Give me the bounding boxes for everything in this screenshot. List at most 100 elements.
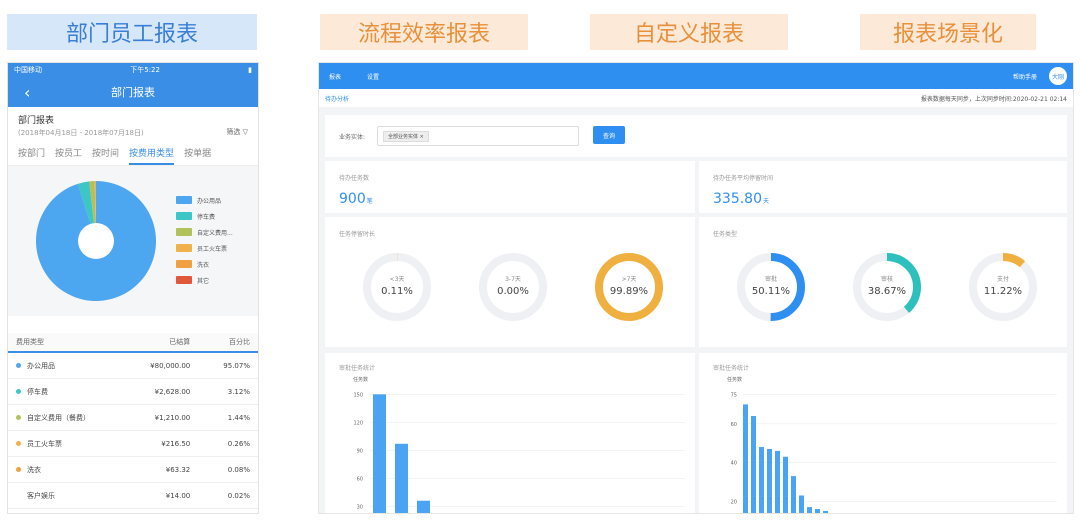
y-axis-label: 任务数 (353, 376, 368, 383)
bar[interactable] (417, 500, 430, 514)
kpi1-unit: 笔 (366, 198, 373, 205)
bar[interactable] (791, 476, 796, 514)
avatar[interactable]: 大刚 (1049, 67, 1067, 85)
table-row[interactable]: 办公用品 ¥80,000.00 95.07% (8, 353, 258, 379)
date-range: (2018年04月18日 - 2018年07月18日) (18, 129, 144, 137)
breadcrumb-row: 待办分析 报表数据每天同步，上次同步时间:2020-02-21 02:14 (319, 89, 1073, 107)
tab-1[interactable]: 按员工 (55, 146, 82, 165)
tag-report-scenario: 报表场景化 (860, 14, 1036, 50)
nav-settings[interactable]: 设置 (367, 72, 379, 81)
pie-area: 办公用品 停车费 自定义费用... 员工火车票 洗衣 其它 (8, 166, 258, 316)
table-row[interactable]: 洗衣 ¥63.32 0.08% (8, 457, 258, 483)
legend-swatch (176, 212, 192, 220)
query-button[interactable]: 查询 (593, 126, 625, 144)
duration-card: 任务停留时长 <3天 0.11% 3-7天 0.00% >7天 99.89% (325, 217, 695, 347)
y-tick-label: 30 (357, 504, 363, 510)
tag-custom-report: 自定义报表 (590, 14, 788, 50)
dashboard: 报表 设置 帮助手册 大刚 待办分析 报表数据每天同步，上次同步时间:2020-… (318, 62, 1074, 514)
bar[interactable] (783, 456, 788, 514)
kpi2-value: 335.80 (713, 191, 762, 207)
cell-type: 停车费 (16, 387, 126, 397)
y-tick-label: 60 (731, 422, 737, 428)
y-tick-label: 90 (357, 448, 363, 454)
legend-label: 办公用品 (197, 197, 222, 205)
y-tick-label: 150 (353, 392, 363, 398)
bar[interactable] (751, 416, 756, 514)
legend-label: 洗衣 (197, 261, 210, 269)
bar[interactable] (823, 511, 828, 514)
type-card: 任务类型 审批 50.11% 审核 38.67% 支付 11.22% (699, 217, 1067, 347)
ring-value: 11.22% (984, 286, 1022, 297)
status-bar: 中国移动 下午5:22 ▮ (8, 63, 258, 77)
legend-label: 员工火车票 (197, 245, 228, 253)
bar[interactable] (395, 443, 408, 514)
filter-card: 业务实体: 全部业务实体 × 查询 (325, 115, 1067, 157)
cell-pct: 0.08% (227, 465, 250, 474)
row-type-label: 自定义费用（餐费） (27, 413, 90, 422)
row-type-label: 员工火车票 (27, 439, 62, 448)
kpi1-value: 900 (339, 191, 366, 207)
tab-2[interactable]: 按时间 (92, 146, 119, 165)
row-color-dot (16, 389, 21, 394)
row-color-dot (16, 415, 21, 420)
kpi-card-pending: 待办任务数 900笔 (325, 161, 695, 213)
kpi1-label: 待办任务数 (339, 175, 370, 182)
back-icon[interactable]: ‹ (24, 83, 30, 102)
bar[interactable] (815, 509, 820, 514)
carrier-text: 中国移动 (14, 66, 42, 74)
tab-4[interactable]: 按单据 (184, 146, 211, 165)
entity-chip[interactable]: 全部业务实体 × (383, 131, 429, 142)
legend-item: 其它 (176, 272, 233, 288)
bar[interactable] (775, 450, 780, 514)
bar-card-1: 审批任务统计 任务数 30 60 90 120 150 (325, 353, 695, 514)
breadcrumb: 待办分析 (325, 95, 350, 103)
entity-select[interactable]: 全部业务实体 × (377, 126, 579, 146)
row-color-dot (16, 441, 21, 446)
phone-screen: 中国移动 下午5:22 ▮ ‹ 部门报表 部门报表 (2018年04月18日 -… (7, 62, 259, 514)
table-header: 费用类型 已结算 百分比 (8, 333, 258, 353)
table-row[interactable]: 自定义费用（餐费） ¥1,210.00 1.44% (8, 405, 258, 431)
row-color-dot (16, 493, 21, 498)
legend-item: 办公用品 (176, 192, 233, 208)
y-axis-label: 任务数 (727, 376, 742, 383)
y-tick-label: 40 (731, 461, 737, 467)
expense-table: 费用类型 已结算 百分比 办公用品 ¥80,000.00 95.07% 停车费 ¥2,6… (8, 333, 258, 509)
tab-0[interactable]: 按部门 (18, 146, 45, 165)
cell-amount: ¥1,210.00 (154, 413, 191, 422)
bar[interactable] (759, 447, 764, 514)
bar[interactable] (373, 394, 386, 514)
type-rings: 审批 50.11% 审核 38.67% 支付 11.22% (737, 253, 1037, 321)
bar[interactable] (767, 448, 772, 514)
kpi1-value-wrap: 900笔 (339, 191, 373, 207)
tab-3[interactable]: 按费用类型 (129, 146, 175, 165)
table-row[interactable]: 停车费 ¥2,628.00 3.12% (8, 379, 258, 405)
bar-chart-1: 任务数 30 60 90 120 150 (353, 376, 685, 514)
y-tick-label: 60 (357, 476, 363, 482)
nav-reports[interactable]: 报表 (329, 72, 341, 81)
report-title: 部门报表 (18, 116, 55, 126)
row-type-label: 停车费 (27, 387, 48, 396)
cell-amount: ¥80,000.00 (150, 361, 191, 370)
status-time: 下午5:22 (130, 66, 160, 74)
ring-value: 50.11% (752, 286, 790, 297)
pie-hole (78, 223, 114, 259)
ring-value: 38.67% (868, 286, 906, 297)
bar-chart-2: 任务数 20 40 60 75 (727, 376, 1057, 514)
kpi2-label: 待办任务平均停留时间 (713, 175, 774, 182)
legend-item: 停车费 (176, 208, 233, 224)
bar[interactable] (743, 404, 748, 514)
bar[interactable] (807, 507, 812, 514)
filter-button[interactable]: 筛选 ▽ (226, 127, 248, 137)
table-row[interactable]: 员工火车票 ¥216.50 0.26% (8, 431, 258, 457)
help-link[interactable]: 帮助手册 (1013, 72, 1037, 81)
ring-value: 0.00% (497, 286, 529, 297)
bar[interactable] (799, 495, 804, 514)
row-color-dot (16, 363, 21, 368)
th-amount: 已结算 (169, 338, 191, 346)
dash-topbar: 报表 设置 帮助手册 大刚 (319, 63, 1073, 89)
battery-icon: ▮ (248, 66, 252, 74)
table-row[interactable]: 客户娱乐 ¥14.00 0.02% (8, 483, 258, 509)
ring-label: 审批 (765, 275, 777, 283)
legend-swatch (176, 244, 192, 252)
legend-item: 洗衣 (176, 256, 233, 272)
